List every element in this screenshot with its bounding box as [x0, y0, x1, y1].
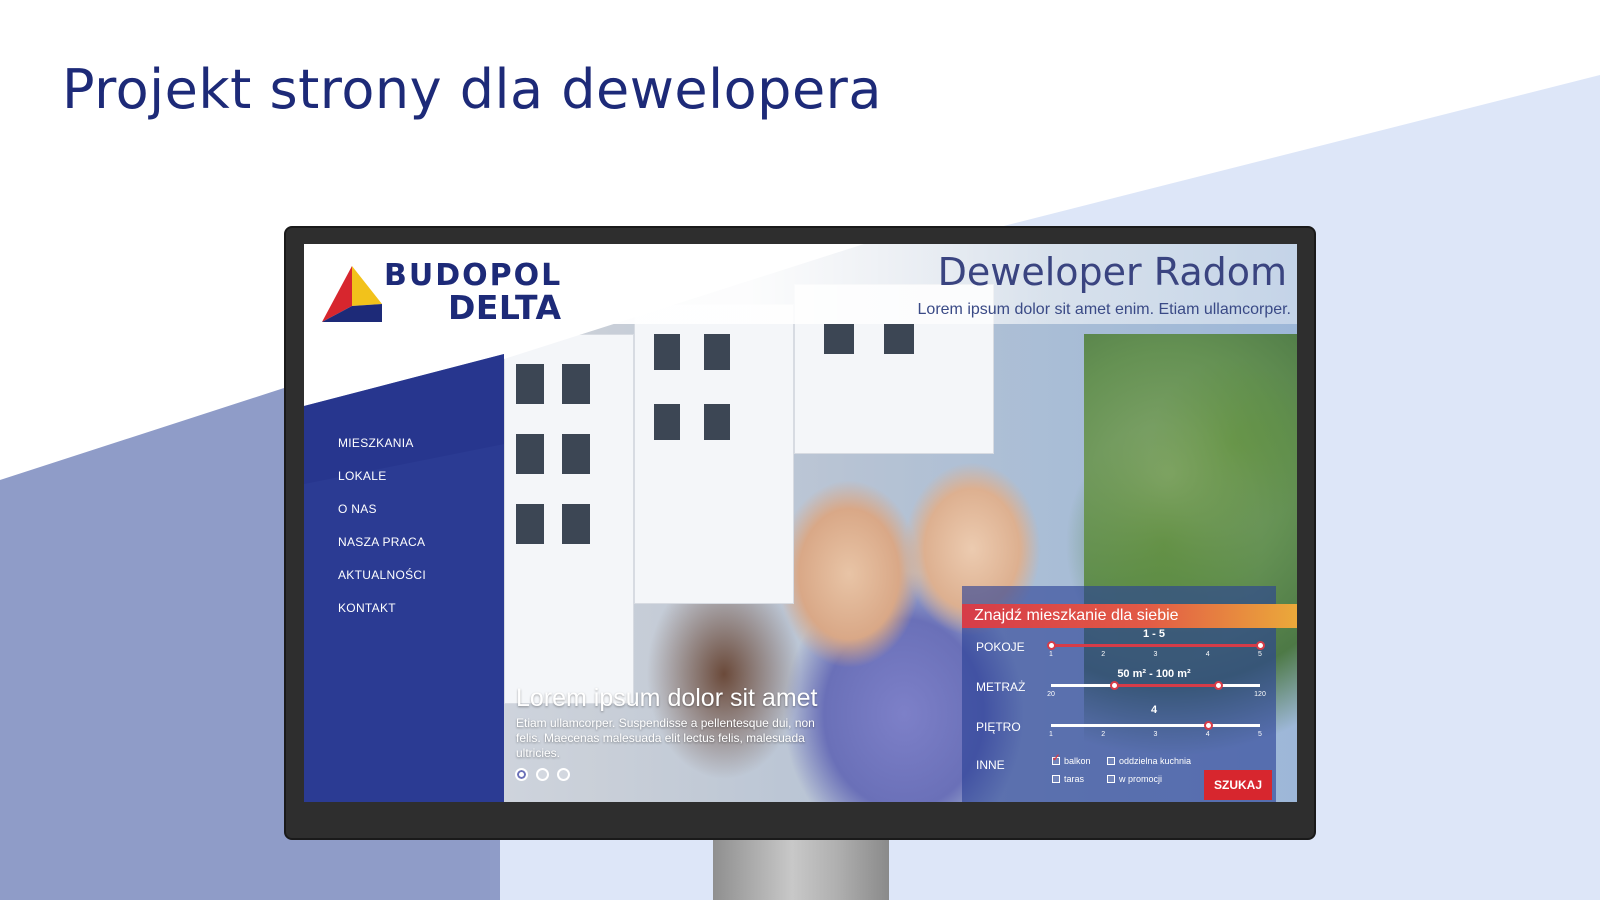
- rooms-tick: 1: [1049, 651, 1053, 658]
- taras-checkbox[interactable]: [1052, 775, 1060, 783]
- nav-item-nasza-praca[interactable]: NASZA PRACA: [338, 535, 426, 568]
- area-tick: 120: [1254, 691, 1266, 698]
- other-label: INNE: [976, 758, 1005, 772]
- site-title: Deweloper Radom: [937, 250, 1287, 294]
- website-screen: BUDOPOL DELTA Deweloper Radom Lorem ipsu…: [304, 244, 1297, 802]
- balkon-label: balkon: [1064, 756, 1091, 766]
- w-promocji-label: w promocji: [1119, 774, 1163, 784]
- floor-tick: 2: [1101, 731, 1106, 738]
- site-subtitle: Lorem ipsum dolor sit amet enim. Etiam u…: [917, 301, 1291, 318]
- option-oddzielna-kuchnia[interactable]: oddzielna kuchnia: [1107, 756, 1191, 766]
- triangle-logo-icon: [322, 266, 382, 322]
- rooms-tick: 4: [1205, 651, 1210, 658]
- rooms-tick: 2: [1101, 651, 1106, 658]
- floor-tick: 1: [1049, 731, 1053, 738]
- area-label: METRAŻ: [976, 680, 1026, 694]
- monitor-frame: BUDOPOL DELTA Deweloper Radom Lorem ipsu…: [284, 226, 1316, 840]
- search-panel-heading: Znajdź mieszkanie dla siebie: [962, 604, 1297, 628]
- option-w-promocji[interactable]: w promocji: [1107, 774, 1162, 784]
- search-button[interactable]: SZUKAJ: [1204, 770, 1272, 800]
- area-value: 50 m² - 100 m²: [1117, 668, 1191, 680]
- option-taras[interactable]: taras: [1052, 774, 1084, 784]
- floor-value: 4: [1150, 704, 1158, 716]
- monitor-stand: [713, 836, 889, 900]
- slide-title: Projekt strony dla dewelopera: [62, 58, 882, 121]
- slider-dot-2[interactable]: [536, 768, 549, 781]
- nav-item-aktualnosci[interactable]: AKTUALNOŚCI: [338, 568, 426, 601]
- rooms-slider-max-handle[interactable]: [1256, 641, 1265, 650]
- rooms-value: 1 - 5: [1142, 628, 1165, 640]
- floor-tick: 3: [1153, 731, 1158, 738]
- oddzielna-kuchnia-label: oddzielna kuchnia: [1119, 756, 1192, 766]
- area-tick: 20: [1047, 691, 1055, 698]
- floor-slider-handle[interactable]: [1203, 721, 1213, 730]
- rooms-label: POKOJE: [976, 640, 1025, 654]
- rooms-tick: 3: [1153, 651, 1158, 658]
- main-nav: MIESZKANIA LOKALE O NAS NASZA PRACA AKTU…: [338, 436, 426, 634]
- rooms-slider[interactable]: [1047, 641, 1265, 650]
- taras-label: taras: [1064, 774, 1085, 784]
- floor-label: PIĘTRO: [976, 720, 1021, 734]
- slider-dot-1[interactable]: [515, 768, 528, 781]
- area-slider[interactable]: [1051, 681, 1260, 690]
- area-slider-min-handle[interactable]: [1109, 681, 1119, 690]
- hero-title: Lorem ipsum dolor sit amet: [516, 684, 818, 712]
- slider-dot-3[interactable]: [557, 768, 570, 781]
- floor-tick: 5: [1258, 731, 1262, 738]
- slider-dots: [515, 768, 570, 781]
- balkon-checkbox[interactable]: [1052, 753, 1060, 765]
- nav-item-mieszkania[interactable]: MIESZKANIA: [338, 436, 426, 469]
- w-promocji-checkbox[interactable]: [1107, 775, 1115, 783]
- hero-body: Etiam ullamcorper. Suspendisse a pellent…: [516, 716, 815, 760]
- nav-item-lokale[interactable]: LOKALE: [338, 469, 426, 502]
- oddzielna-kuchnia-checkbox[interactable]: [1107, 757, 1115, 765]
- nav-item-o-nas[interactable]: O NAS: [338, 502, 426, 535]
- floor-tick: 4: [1205, 731, 1210, 738]
- option-balkon[interactable]: balkon: [1052, 753, 1091, 766]
- rooms-slider-min-handle[interactable]: [1047, 641, 1056, 650]
- floor-slider[interactable]: [1051, 721, 1260, 730]
- logo-text-delta: DELTA: [448, 288, 562, 327]
- nav-item-kontakt[interactable]: KONTAKT: [338, 601, 426, 634]
- rooms-tick: 5: [1258, 651, 1262, 658]
